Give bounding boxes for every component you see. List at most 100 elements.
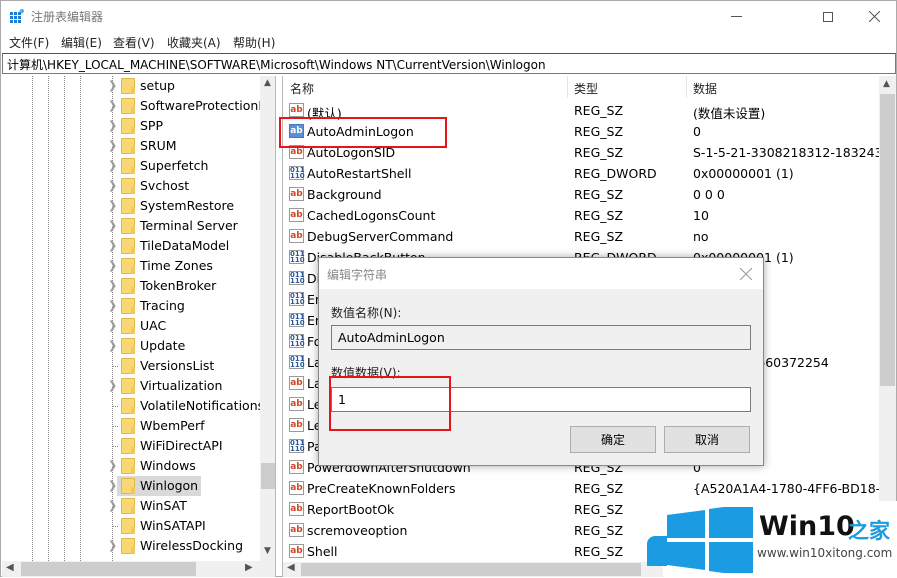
maximize-button[interactable]: [805, 1, 851, 32]
tree-item-label: SPP: [140, 118, 164, 133]
tree-item[interactable]: ❯ SPP: [2, 116, 260, 136]
list-row[interactable]: ab CachedLogonsCount REG_SZ 10: [283, 205, 879, 226]
list-row[interactable]: ab Background REG_SZ 0 0 0: [283, 184, 879, 205]
tree-item[interactable]: ❯ WirelessDocking: [2, 536, 260, 556]
tree-item[interactable]: VersionsList: [2, 356, 260, 376]
column-header-type[interactable]: 类型: [567, 76, 605, 98]
menu-help[interactable]: 帮助(H): [233, 34, 275, 51]
tree-item[interactable]: ❯ Svchost: [2, 176, 260, 196]
expand-chevron-icon[interactable]: ❯: [108, 539, 117, 552]
tree-item[interactable]: ❯ Windows: [2, 456, 260, 476]
close-button[interactable]: [851, 1, 897, 32]
list-hscroll-thumb[interactable]: [301, 563, 641, 576]
list-scroll-thumb[interactable]: [880, 94, 895, 386]
list-vertical-scrollbar[interactable]: ▲: [879, 76, 896, 562]
value-type: REG_SZ: [574, 208, 624, 223]
tree-item[interactable]: WiFiDirectAPI: [2, 436, 260, 456]
expand-chevron-icon[interactable]: ❯: [108, 459, 117, 472]
ok-button[interactable]: 确定: [570, 426, 656, 453]
scroll-up-icon[interactable]: ▲: [264, 78, 271, 88]
menu-favorites[interactable]: 收藏夹(A): [167, 34, 221, 51]
folder-icon: [121, 78, 135, 94]
list-row[interactable]: ab AutoAdminLogon REG_SZ 0: [283, 121, 879, 142]
expand-chevron-icon[interactable]: ❯: [108, 479, 117, 492]
tree-item[interactable]: ❯ SRUM: [2, 136, 260, 156]
scroll-right-icon[interactable]: ▶: [245, 562, 253, 573]
list-row[interactable]: 011 110 AutoRestartShell REG_DWORD 0x0000000…: [283, 163, 879, 184]
expand-chevron-icon[interactable]: ❯: [108, 199, 117, 212]
tree-item[interactable]: ❯ WinSAT: [2, 496, 260, 516]
expand-chevron-icon[interactable]: ❯: [108, 279, 117, 292]
tree-item[interactable]: ❯ Superfetch: [2, 156, 260, 176]
tree-item[interactable]: ❯ Time Zones: [2, 256, 260, 276]
list-row[interactable]: ab AutoLogonSID REG_SZ S-1-5-21-3308218312-…: [283, 142, 896, 163]
tree-item[interactable]: WbemPerf: [2, 416, 260, 436]
tree-connector: [112, 446, 118, 447]
tree-item-label: WbemPerf: [140, 418, 205, 433]
tree-item-label: Update: [140, 338, 186, 353]
expand-chevron-icon[interactable]: ❯: [108, 499, 117, 512]
folder-icon: [121, 478, 135, 494]
expand-chevron-icon[interactable]: ❯: [108, 259, 117, 272]
folder-icon: [121, 518, 135, 534]
address-bar[interactable]: 计算机\HKEY_LOCAL_MACHINE\SOFTWARE\Microsof…: [2, 53, 896, 74]
value-data-input[interactable]: 1: [331, 387, 751, 412]
expand-chevron-icon[interactable]: ❯: [108, 219, 117, 232]
tree-item[interactable]: ❯ Winlogon: [2, 476, 260, 496]
close-icon[interactable]: [739, 267, 753, 281]
tree-item[interactable]: ❯ SoftwareProtectionPl: [2, 96, 269, 116]
tree-horizontal-scrollbar[interactable]: ◀ ▶: [2, 561, 275, 577]
folder-icon: [121, 438, 135, 454]
menu-edit[interactable]: 编辑(E): [61, 34, 102, 51]
expand-chevron-icon[interactable]: ❯: [108, 79, 117, 92]
expand-chevron-icon[interactable]: ❯: [108, 379, 117, 392]
tree-item[interactable]: ❯ Update: [2, 336, 260, 356]
tree-item[interactable]: ❯ SystemRestore: [2, 196, 260, 216]
tree-vertical-scrollbar[interactable]: ▲ ▼: [260, 76, 275, 561]
tree-item[interactable]: ❯ TileDataModel: [2, 236, 260, 256]
menu-file[interactable]: 文件(F): [9, 34, 49, 51]
tree-item-label: setup: [140, 78, 175, 93]
expand-chevron-icon[interactable]: ❯: [108, 179, 117, 192]
string-value-icon: ab: [289, 460, 304, 474]
menu-view[interactable]: 查看(V): [113, 34, 155, 51]
scroll-down-icon[interactable]: ▼: [264, 546, 271, 556]
folder-icon: [121, 238, 135, 254]
expand-chevron-icon[interactable]: ❯: [108, 99, 117, 112]
tree-item[interactable]: ❯ UAC: [2, 316, 260, 336]
scroll-left-icon[interactable]: ◀: [6, 562, 14, 573]
list-row[interactable]: ab PreCreateKnownFolders REG_SZ {A520A1A4-1…: [283, 478, 896, 499]
column-header-data[interactable]: 数据: [686, 76, 724, 98]
tree-hscroll-thumb[interactable]: [21, 562, 196, 576]
scroll-left-icon[interactable]: ◀: [287, 562, 295, 573]
folder-icon: [121, 158, 135, 174]
value-type: REG_SZ: [574, 229, 624, 244]
list-row[interactable]: ab (默认) REG_SZ (数值未设置): [283, 100, 879, 121]
dialog-title: 编辑字符串: [327, 268, 388, 282]
expand-chevron-icon[interactable]: ❯: [108, 239, 117, 252]
value-name: PreCreateKnownFolders: [307, 481, 456, 496]
tree-item[interactable]: ❯ Tracing: [2, 296, 260, 316]
tree-item[interactable]: ❯ Terminal Server: [2, 216, 260, 236]
expand-chevron-icon[interactable]: ❯: [108, 119, 117, 132]
tree-scroll-thumb[interactable]: [261, 463, 275, 489]
expand-chevron-icon[interactable]: ❯: [108, 339, 117, 352]
expand-chevron-icon[interactable]: ❯: [108, 299, 117, 312]
expand-chevron-icon[interactable]: ❯: [108, 319, 117, 332]
cancel-button[interactable]: 取消: [664, 426, 750, 453]
minimize-button[interactable]: [713, 1, 759, 32]
value-data: no: [693, 229, 709, 244]
column-header-name[interactable]: 名称: [283, 76, 321, 98]
list-row[interactable]: ab DebugServerCommand REG_SZ no: [283, 226, 879, 247]
tree-item[interactable]: ❯ Virtualization: [2, 376, 260, 396]
expand-chevron-icon[interactable]: ❯: [108, 139, 117, 152]
expand-chevron-icon[interactable]: ❯: [108, 159, 117, 172]
tree-item[interactable]: ❯ TokenBroker: [2, 276, 260, 296]
string-value-icon: ab: [289, 502, 304, 516]
tree-item-label: Windows: [140, 458, 196, 473]
tree-item[interactable]: WinSATAPI: [2, 516, 260, 536]
tree-item[interactable]: VolatileNotifications: [2, 396, 264, 416]
scroll-up-icon[interactable]: ▲: [883, 79, 890, 89]
tree-item[interactable]: ❯ setup: [2, 76, 260, 96]
string-value-icon: ab: [289, 376, 304, 390]
